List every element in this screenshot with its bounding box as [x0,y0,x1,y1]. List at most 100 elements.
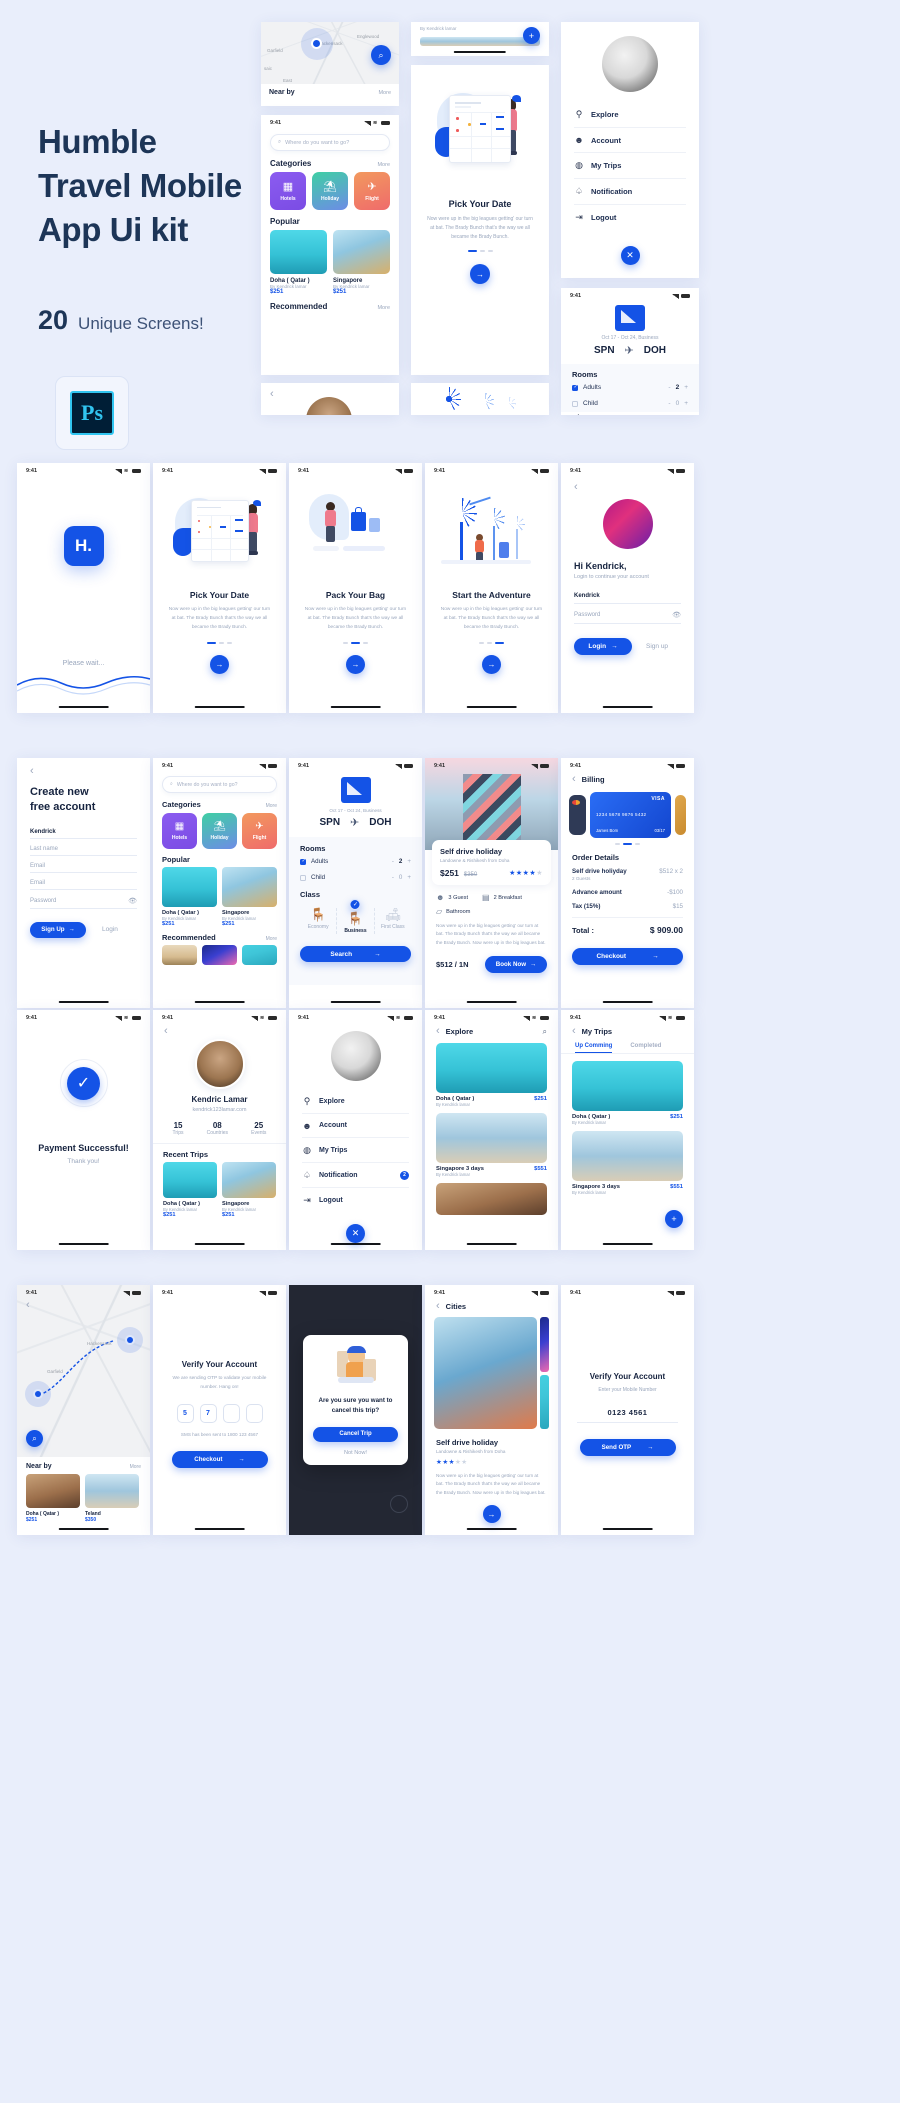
recommended-more-link[interactable]: More [266,936,277,942]
tab-completed[interactable]: Completed [630,1043,661,1053]
search-input[interactable]: ⌕ Where do you want to go? [162,776,277,793]
back-icon[interactable]: ‹ [270,388,274,400]
back-icon[interactable]: ‹ [572,1026,576,1037]
recommended-photo[interactable] [242,945,277,965]
pager-dot[interactable] [219,641,224,644]
book-now-button[interactable]: Book Now → [485,956,547,974]
plus-icon[interactable]: + [523,27,540,44]
mobile-number-field[interactable]: 0123 4561 [577,1400,678,1423]
search-icon[interactable]: ⌕ [543,1027,547,1037]
child-row[interactable]: Child - 0 + [572,396,688,411]
otp-digit-3[interactable] [222,1404,240,1424]
explore-item[interactable] [436,1183,547,1215]
sidebar-item-explore[interactable]: ⚲ Explore [574,102,686,128]
next-button[interactable]: → [210,654,229,674]
class-option-first[interactable]: 🛋 First Class [375,908,411,934]
password-field[interactable]: Password 👁 [574,604,681,624]
back-icon[interactable]: ‹ [30,765,34,777]
pager-dot[interactable] [479,641,484,644]
sidebar-item-logout[interactable]: ⇥ Logout [574,205,686,230]
explore-item[interactable]: Singapore 3 days $551 By Kendrick lamar [436,1113,547,1177]
payment-card[interactable] [675,795,686,835]
signup-button[interactable]: Sign Up → [30,921,86,938]
map-view[interactable]: 9:41 ‹ Garfield Hackensack ⌕ [17,1285,150,1457]
sidebar-item-logout[interactable]: ⇥ Logout [302,1188,409,1212]
email-confirm-field[interactable]: Email [30,873,137,890]
map-view[interactable]: Garfield Hackensack Englewood saic East … [261,22,399,84]
category-holiday[interactable]: ⛱ Holiday [312,172,348,210]
trip-item[interactable]: Doha ( Qatar ) $251 By Kendrick lamar [572,1061,683,1125]
popular-card[interactable]: Singapore By Kendrick lamar $251 [222,867,277,927]
city-photo-thumb[interactable] [540,1374,549,1429]
email-field[interactable]: Email [30,856,137,873]
last-name-field[interactable]: Last name [30,839,137,856]
pager-dot[interactable] [227,641,232,644]
avatar[interactable] [330,1031,381,1081]
explore-item[interactable]: Doha ( Qatar ) $251 By Kendrick lamar [436,1043,547,1107]
adults-row[interactable]: Adults - 2 + [300,853,411,870]
close-icon[interactable]: ✕ [346,1224,365,1243]
nearby-more-link[interactable]: More [130,1464,141,1470]
password-field[interactable]: Password 👁 [30,890,137,909]
decrement-button[interactable]: - [668,384,670,391]
search-input[interactable]: ⌕ Where do you want to go? [270,134,390,151]
back-icon[interactable]: ‹ [574,481,578,493]
avatar[interactable] [602,36,658,92]
child-row[interactable]: Child - 0 + [300,870,411,885]
increment-button[interactable]: + [684,384,688,391]
pager-dot[interactable] [623,843,632,845]
payment-card[interactable] [569,795,586,835]
recommended-photo[interactable] [162,945,197,965]
category-holiday[interactable]: ⛱ Holiday [202,813,237,849]
pager-dot[interactable] [479,250,485,252]
pager-dot[interactable] [635,843,640,845]
cancel-trip-button[interactable]: Cancel Trip [313,1426,398,1442]
back-icon[interactable]: ‹ [436,1301,440,1312]
decrement-button[interactable]: - [392,874,394,881]
pager-dot[interactable] [615,843,620,845]
tab-upcoming[interactable]: Up Comming [575,1043,613,1053]
nearby-card[interactable]: Doha ( Qatar ) $251 [26,1474,80,1523]
pager-dot[interactable] [467,250,477,252]
trip-item[interactable]: Singapore 3 days $551 By Kendrick lamar [572,1131,683,1195]
pager-dot[interactable] [487,641,492,644]
decrement-button[interactable]: - [668,400,670,407]
search-button[interactable]: Search → [300,946,411,962]
sidebar-item-account[interactable]: ☻ Account [302,1114,409,1138]
checkout-button[interactable]: Checkout → [572,948,683,965]
plus-icon[interactable]: + [665,1210,683,1228]
back-icon[interactable]: ‹ [26,1299,30,1311]
login-link[interactable]: Login [102,926,118,933]
increment-button[interactable]: + [684,400,688,407]
pager-dot[interactable] [343,641,348,644]
dim-fab[interactable] [390,1495,408,1513]
not-now-button[interactable]: Not Now! [313,1450,398,1456]
sidebar-item-notification[interactable]: ♤ Notification [574,179,686,205]
pager-dot[interactable] [363,641,368,644]
popular-card[interactable]: Doha ( Qatar ) By Kendrick lamar $251 [162,867,217,927]
recent-trip-card[interactable]: Doha ( Qatar ) By Kendrick lamar $251 [163,1162,217,1218]
otp-digit-4[interactable] [245,1404,263,1424]
categories-more-link[interactable]: More [377,162,390,168]
sidebar-item-explore[interactable]: ⚲ Explore [302,1089,409,1114]
recommended-more-link[interactable]: More [377,305,390,311]
category-flight[interactable]: ✈ Flight [242,813,277,849]
sidebar-item-account[interactable]: ☻ Account [574,128,686,153]
popular-card[interactable]: Singapore By Kendrick lamar $251 [333,230,390,295]
pager-dot[interactable] [207,641,216,644]
close-icon[interactable]: ✕ [620,246,640,265]
child-checkbox[interactable] [572,400,578,407]
child-checkbox[interactable] [300,874,306,881]
class-option-business[interactable]: ✓ 🪑 Business [337,899,375,934]
adults-checkbox[interactable] [572,384,578,391]
checkout-button[interactable]: Checkout → [171,1451,268,1469]
otp-digit-2[interactable]: 7 [199,1404,217,1424]
increment-button[interactable]: + [407,858,411,865]
next-button[interactable]: → [470,264,490,284]
pager-dot[interactable] [495,641,504,644]
signup-link[interactable]: Sign up [646,643,668,650]
back-icon[interactable]: ‹ [572,774,576,785]
pager-dot[interactable] [351,641,360,644]
payment-card-active[interactable]: VISA 1234 5678 9876 5432 James Bom 03/17 [590,792,671,838]
decrement-button[interactable]: - [392,858,394,865]
